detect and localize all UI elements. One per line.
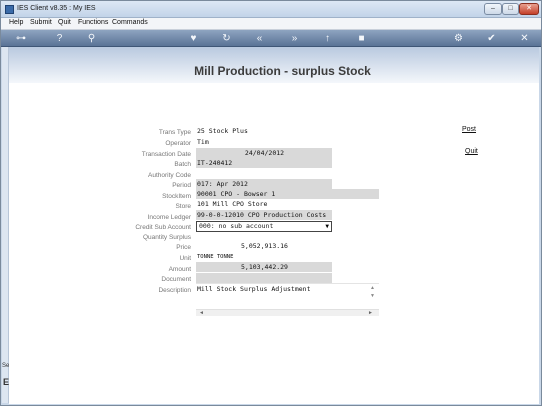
help-icon[interactable]: ?: [53, 32, 66, 45]
search-icon[interactable]: ⚲: [85, 32, 98, 45]
menu-functions[interactable]: Functions: [78, 19, 108, 26]
maximize-button[interactable]: □: [502, 3, 519, 15]
window-title: IES Client v8.35 : My IES: [17, 5, 96, 12]
heart-icon[interactable]: ♥: [187, 32, 200, 45]
chevron-down-icon[interactable]: ▼: [325, 222, 329, 231]
key-icon[interactable]: ⊶: [9, 32, 33, 45]
document-label: Document: [161, 276, 191, 283]
menu-help[interactable]: Help: [9, 19, 23, 26]
operator-value[interactable]: Tim: [196, 137, 332, 147]
menu-commands[interactable]: Commands: [112, 19, 148, 26]
app-window: IES Client v8.35 : My IES ‒ □ ✕ Help Sub…: [0, 0, 542, 406]
post-link[interactable]: Post: [462, 126, 476, 133]
stock-item-value[interactable]: 90001 CPO - Bowser 1: [196, 189, 379, 199]
transaction-date-label: Transaction Date: [141, 151, 191, 158]
minimize-button[interactable]: ‒: [484, 3, 502, 15]
stop-icon[interactable]: ■: [355, 32, 368, 45]
stock-item-label: StockItem: [162, 193, 191, 200]
period-label: Period: [172, 182, 191, 189]
price-label: Price: [176, 244, 191, 251]
close-icon[interactable]: ✕: [518, 32, 531, 45]
menu-submit[interactable]: Submit: [30, 19, 52, 26]
transaction-date-value[interactable]: 24/04/2012: [196, 148, 332, 158]
scroll-left-icon[interactable]: ◄: [199, 310, 204, 316]
credit-sub-account-label: Credit Sub Account: [135, 224, 191, 231]
check-icon[interactable]: ✔: [485, 32, 498, 45]
main-content: Mill Production - surplus Stock Post Qui…: [9, 47, 539, 404]
side-panel[interactable]: Se E: [2, 47, 9, 403]
quantity-surplus-label: Quantity Surplus: [142, 234, 191, 241]
scroll-down-icon[interactable]: ▼: [370, 293, 375, 299]
horizontal-scrollbar[interactable]: ◄ ►: [196, 309, 379, 316]
credit-sub-account-selected: 000: no sub account: [199, 222, 274, 230]
unit-value[interactable]: TONNE TONNE: [196, 252, 332, 262]
description-text: Mill Stock Surplus Adjustment: [197, 285, 311, 293]
income-ledger-label: Income Ledger: [147, 214, 191, 221]
page-title: Mill Production - surplus Stock: [194, 64, 371, 78]
fast-forward-icon[interactable]: »: [288, 32, 301, 45]
description-textarea[interactable]: Mill Stock Surplus Adjustment ▲ ▼: [196, 283, 379, 309]
upload-icon[interactable]: ↑: [321, 32, 334, 45]
operator-label: Operator: [165, 140, 191, 147]
amount-value[interactable]: 5,103,442.29: [196, 262, 332, 272]
price-value[interactable]: 5,052,913.16: [196, 241, 332, 251]
unit-label: Unit: [179, 255, 191, 262]
rewind-icon[interactable]: «: [253, 32, 266, 45]
authority-code-value[interactable]: [196, 169, 332, 179]
amount-label: Amount: [168, 266, 191, 273]
income-ledger-value[interactable]: 99-0-0-12010 CPO Production Costs: [196, 210, 332, 220]
menu-bar: Help Submit Quit Functions Commands: [1, 18, 541, 30]
description-label: Description: [158, 287, 191, 294]
title-bar: IES Client v8.35 : My IES ‒ □ ✕: [1, 1, 541, 18]
document-value[interactable]: [196, 273, 332, 283]
trans-type-value[interactable]: 25 Stock Plus: [196, 126, 332, 136]
batch-value[interactable]: IT-240412: [196, 158, 332, 168]
scroll-up-icon[interactable]: ▲: [370, 285, 375, 291]
close-window-button[interactable]: ✕: [519, 3, 539, 15]
authority-code-label: Authority Code: [148, 172, 191, 179]
quit-link[interactable]: Quit: [465, 148, 478, 155]
batch-label: Batch: [174, 161, 191, 168]
app-icon: [5, 5, 14, 14]
toolbar: ⊶ ? ⚲ ♥ ↻ « » ↑ ■ ⚙ ✔ ✕: [1, 30, 541, 47]
store-label: Store: [175, 203, 191, 210]
credit-sub-account-select[interactable]: 000: no sub account ▼: [196, 221, 332, 232]
refresh-icon[interactable]: ↻: [220, 32, 233, 45]
menu-quit[interactable]: Quit: [58, 19, 71, 26]
scroll-right-icon[interactable]: ►: [368, 310, 373, 316]
store-value[interactable]: 101 Mill CPO Store: [196, 199, 332, 209]
settings-icon[interactable]: ⚙: [452, 32, 465, 45]
period-value[interactable]: 017: Apr 2012: [196, 179, 332, 189]
trans-type-label: Trans Type: [158, 129, 191, 136]
